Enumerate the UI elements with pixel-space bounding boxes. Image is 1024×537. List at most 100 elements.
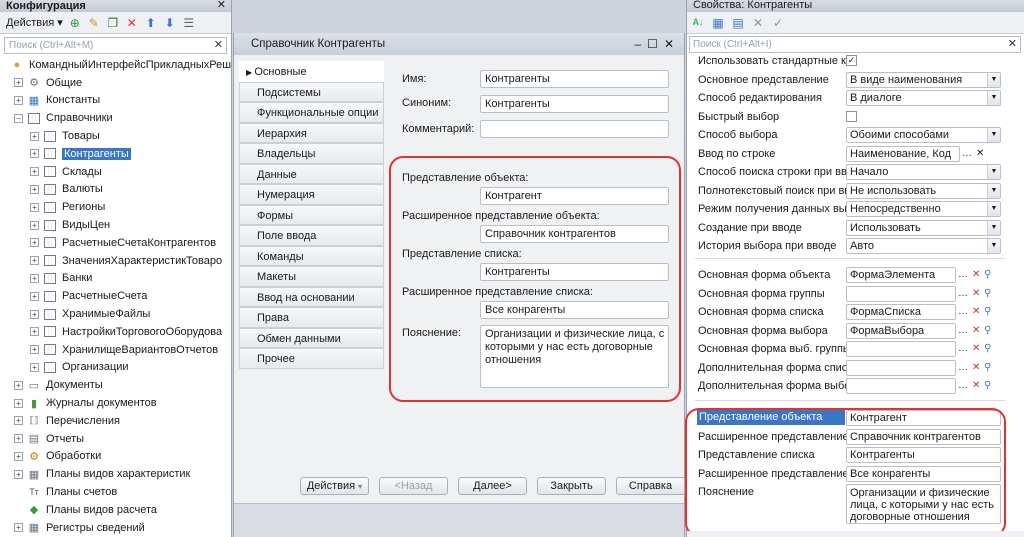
tree-item[interactable]: + РасчетныеСчетаКонтрагентов — [0, 234, 231, 252]
property-value-field[interactable]: ФормаВыбора — [846, 322, 956, 339]
nav-section-item[interactable]: Права — [239, 307, 384, 328]
tree-item[interactable]: + ⚙ Обработки — [0, 448, 231, 466]
configuration-search-input[interactable]: Поиск (Ctrl+Alt+M) ✕ — [4, 37, 227, 54]
expand-icon[interactable]: + — [14, 469, 23, 479]
property-value-field[interactable]: Непосредственно ▼ — [846, 201, 1001, 217]
property-value-field[interactable]: В виде наименования ▼ — [846, 71, 1001, 88]
clear-icon[interactable]: ✕ — [972, 325, 980, 336]
tree-item[interactable]: ● КомандныйИнтерфейсПрикладныхРеш — [0, 56, 231, 74]
expand-icon[interactable]: + — [30, 273, 39, 283]
close-button[interactable]: Закрыть — [537, 477, 606, 495]
nav-section-item[interactable]: Функциональные опции — [239, 102, 384, 123]
clear-properties-search-icon[interactable]: ✕ — [1008, 37, 1017, 52]
properties-icon[interactable]: ▤ — [731, 16, 745, 30]
property-value-field[interactable]: Наименование, Код — [846, 145, 960, 162]
property-value-field[interactable]: ФормаЭлемента — [846, 267, 956, 283]
expand-icon[interactable]: + — [30, 167, 39, 177]
tree-item[interactable]: Тт Планы счетов — [0, 483, 231, 501]
expand-icon[interactable]: + — [14, 78, 23, 88]
extended-list-representation-field[interactable]: Все конрагенты — [480, 301, 669, 319]
nav-section-item[interactable]: Ввод на основании — [239, 286, 384, 307]
close-icon[interactable]: ✕ — [217, 0, 226, 11]
properties-search-input[interactable]: Поиск (Ctrl+Alt+I) ✕ — [689, 36, 1021, 53]
dropdown-arrow-icon[interactable]: ▼ — [987, 239, 1000, 253]
open-form-icon[interactable]: ⚲ — [984, 362, 991, 373]
dropdown-arrow-icon[interactable]: ▼ — [987, 91, 1000, 105]
minimize-icon[interactable]: – — [634, 37, 647, 51]
back-button[interactable]: <Назад — [379, 477, 448, 495]
browse-icon[interactable]: … — [958, 306, 968, 317]
nav-section-item[interactable]: Подсистемы — [239, 81, 384, 102]
expand-icon[interactable]: + — [30, 202, 39, 212]
expand-icon[interactable]: + — [30, 309, 39, 319]
copy-icon[interactable]: ❐ — [106, 16, 120, 30]
nav-section-item[interactable]: Поле ввода — [239, 225, 384, 246]
property-row[interactable]: Основная форма группы … ✕ ⚲ — [695, 285, 1005, 304]
expand-icon[interactable]: + — [30, 184, 39, 194]
property-row[interactable]: Дополнительная форма списк … ✕ ⚲ — [695, 359, 1005, 378]
tree-item[interactable]: + Валюты — [0, 181, 231, 199]
dropdown-arrow-icon[interactable]: ▼ — [987, 128, 1000, 142]
clear-icon[interactable]: ✕ — [972, 306, 980, 317]
property-value-field[interactable]: Обоими способами ▼ — [846, 127, 1001, 143]
dropdown-arrow-icon[interactable]: ▼ — [987, 183, 1000, 198]
property-row[interactable]: Основная форма выб. группы … ✕ ⚲ — [695, 340, 1005, 359]
tree-item[interactable]: + ХранилищеВариантовОтчетов — [0, 341, 231, 359]
tree-item[interactable]: + ▮ Журналы документов — [0, 394, 231, 412]
extended-object-representation-field[interactable]: Справочник контрагентов — [480, 225, 669, 243]
clear-icon[interactable]: ✕ — [972, 362, 980, 373]
nav-section-item[interactable]: Обмен данными — [239, 327, 384, 348]
tree-item[interactable]: + Склады — [0, 163, 231, 181]
tree-item[interactable]: + ▦ Константы — [0, 92, 231, 110]
browse-icon[interactable]: … — [958, 288, 968, 299]
property-value-field[interactable] — [846, 378, 956, 394]
property-row[interactable]: Ввод по строке Наименование, Код … ✕ — [695, 145, 1005, 164]
expand-icon[interactable]: + — [30, 238, 39, 248]
expand-icon[interactable]: + — [30, 131, 39, 141]
help-button[interactable]: Справка — [616, 477, 685, 495]
tree-item[interactable]: + ВидыЦен — [0, 216, 231, 234]
property-value-field[interactable]: Использовать ▼ — [846, 219, 1001, 236]
next-button[interactable]: Далее> — [458, 477, 527, 495]
tree-item[interactable]: + НастройкиТорговогоОборудова — [0, 323, 231, 341]
property-value-field[interactable] — [846, 359, 956, 376]
tree-item[interactable]: + Товары — [0, 127, 231, 145]
check-icon[interactable]: ✓ — [771, 16, 785, 30]
tree-item[interactable]: + ХранимыеФайлы — [0, 305, 231, 323]
clear-icon[interactable]: ✕ — [976, 148, 984, 159]
open-form-icon[interactable]: ⚲ — [984, 380, 991, 391]
maximize-icon[interactable]: ☐ — [647, 37, 664, 51]
property-value-field[interactable] — [846, 341, 956, 357]
dropdown-arrow-icon[interactable]: ▼ — [987, 165, 1000, 179]
property-row[interactable]: История выбора при вводе Авто ▼ — [695, 237, 1005, 256]
dropdown-arrow-icon[interactable]: ▼ — [987, 220, 1000, 235]
property-row[interactable]: Быстрый выбор — [695, 108, 1005, 127]
nav-section-item[interactable]: Прочее — [239, 348, 384, 369]
property-value-field[interactable]: ФормаСписка — [846, 304, 956, 320]
expand-icon[interactable]: + — [14, 523, 23, 533]
nav-section-item[interactable]: Данные — [239, 163, 384, 184]
expand-icon[interactable]: + — [30, 345, 39, 355]
property-row[interactable]: Использовать стандартные ко ✓ — [695, 52, 1005, 71]
dropdown-arrow-icon[interactable]: ▼ — [987, 202, 1000, 216]
list-representation-field[interactable]: Контрагенты — [480, 263, 669, 281]
tree-item[interactable]: + ЗначенияХарактеристикТоваро — [0, 252, 231, 270]
nav-section-item[interactable]: Владельцы — [239, 143, 384, 164]
tree-item[interactable]: + ▤ Отчеты — [0, 430, 231, 448]
clear-icon[interactable]: ✕ — [972, 380, 980, 391]
tree-item[interactable]: + ▦ Регистры сведений — [0, 519, 231, 537]
nav-section-item[interactable]: Иерархия — [239, 122, 384, 143]
property-value-field[interactable]: В диалоге ▼ — [846, 90, 1001, 106]
property-row[interactable]: Создание при вводе Использовать ▼ — [695, 219, 1005, 238]
open-form-icon[interactable]: ⚲ — [984, 288, 991, 299]
property-row[interactable]: Дополнительная форма выбор … ✕ ⚲ — [695, 377, 1005, 396]
tree-item[interactable]: ◆ Планы видов расчета — [0, 501, 231, 519]
actions-menu[interactable]: Действия ▾ — [6, 16, 63, 29]
delete-icon[interactable]: ✕ — [125, 16, 139, 30]
property-row[interactable]: Режим получения данных выбо Непосредствен… — [695, 200, 1005, 219]
categories-icon[interactable]: ▦ — [711, 16, 725, 30]
browse-icon[interactable]: … — [958, 325, 968, 336]
property-row[interactable]: Способ выбора Обоими способами ▼ — [695, 126, 1005, 145]
expand-icon[interactable]: + — [30, 362, 39, 372]
expand-icon[interactable]: + — [30, 327, 39, 337]
